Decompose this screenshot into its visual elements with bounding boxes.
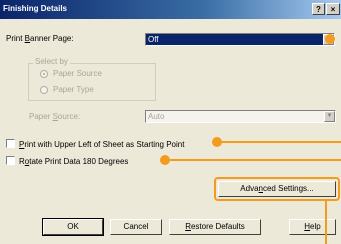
upper-left-rest: rint with Upper Left of Sheet as Startin…: [24, 140, 185, 149]
paper-type-radio-label: Paper Type: [53, 85, 94, 94]
callout-dot-rotate: [160, 155, 170, 165]
chevron-down-icon[interactable]: ▼: [324, 111, 335, 122]
banner-page-dropdown[interactable]: Off ▼: [145, 33, 335, 46]
banner-label-pre: Print: [6, 34, 25, 43]
paper-type-radio[interactable]: [40, 86, 48, 94]
restore-post: estore Defaults: [190, 222, 245, 231]
window-title: Finishing Details: [3, 4, 68, 13]
select-by-legend: Select by: [33, 57, 70, 66]
help-post: elp: [310, 222, 321, 231]
help-title-button[interactable]: ?: [312, 3, 325, 15]
restore-defaults-button[interactable]: Restore Defaults: [169, 219, 261, 235]
banner-page-label: Print Banner Page:: [6, 34, 74, 43]
callout-line-upper-left: [222, 141, 341, 143]
paper-source-label-post: ource:: [57, 112, 81, 121]
rotate-rest: tate Print Data 180 Degrees: [29, 157, 129, 166]
paper-source-radio[interactable]: [40, 70, 48, 78]
banner-label-post: anner Page:: [30, 34, 74, 43]
paper-source-value: Auto: [148, 112, 165, 121]
title-bar: Finishing Details ? ×: [0, 0, 341, 19]
close-button[interactable]: ×: [326, 3, 340, 15]
callout-dot-banner: [325, 34, 335, 44]
finishing-details-dialog: Finishing Details ? × Print Banner Page:…: [0, 0, 341, 244]
paper-source-dropdown[interactable]: Auto ▼: [145, 110, 336, 123]
callout-line-rotate: [170, 159, 341, 161]
paper-source-label: Paper Source:: [29, 112, 80, 121]
paper-source-radio-label: Paper Source: [53, 69, 102, 78]
callout-dot-upper-left: [212, 137, 222, 147]
ok-button[interactable]: OK: [42, 218, 104, 236]
paper-source-label-pre: Paper: [29, 112, 53, 121]
callout-line-advanced: [325, 201, 327, 244]
upper-left-checkbox[interactable]: [6, 139, 15, 148]
help-button[interactable]: Help: [289, 219, 336, 235]
upper-left-label: Print with Upper Left of Sheet as Starti…: [19, 140, 184, 149]
rotate-label: Rotate Print Data 180 Degrees: [19, 157, 128, 166]
callout-box-advanced: [214, 177, 340, 201]
banner-page-value: Off: [148, 35, 159, 44]
cancel-button[interactable]: Cancel: [110, 219, 162, 235]
rotate-checkbox[interactable]: [6, 156, 15, 165]
